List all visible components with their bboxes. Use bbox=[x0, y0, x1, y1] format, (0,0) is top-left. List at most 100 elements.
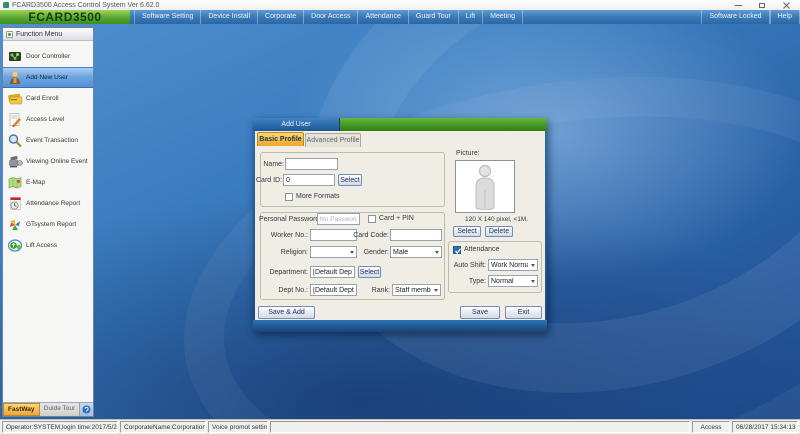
sidebar-item-label: Access Level bbox=[26, 116, 65, 123]
menu-device-install[interactable]: Device Install bbox=[201, 10, 259, 24]
sidebar-item-label: Add New User bbox=[26, 74, 68, 81]
sidebar-help-button[interactable] bbox=[80, 403, 93, 416]
sidebar-item-label: E-Map bbox=[26, 179, 46, 186]
personal-password-label: Personal Password: bbox=[259, 216, 322, 223]
function-menu-header[interactable]: Function Menu bbox=[3, 28, 93, 41]
app-icon bbox=[3, 2, 9, 8]
rank-dropdown[interactable]: Staff member bbox=[392, 284, 441, 296]
rank-value: Staff member bbox=[395, 286, 431, 294]
religion-dropdown[interactable] bbox=[310, 246, 357, 258]
tab-basic-profile[interactable]: Basic Profile bbox=[257, 132, 304, 146]
menu-corporate[interactable]: Corporate bbox=[258, 10, 305, 24]
more-formats-label: More Formats bbox=[296, 193, 340, 200]
card-code-label: Card Code: bbox=[353, 232, 389, 239]
picture-box bbox=[455, 160, 515, 213]
save-add-button[interactable]: Save & Add bbox=[258, 306, 315, 319]
window-title: FCARD3500 Access Control System Ver 6.62… bbox=[12, 1, 160, 9]
menu-door-access[interactable]: Door Access bbox=[304, 10, 359, 24]
sidebar-item-lift-access[interactable]: Lift Access bbox=[3, 235, 93, 256]
menu-help[interactable]: Help bbox=[769, 10, 800, 24]
chevron-down-icon bbox=[432, 247, 441, 257]
card-id-select-button[interactable]: Select bbox=[338, 174, 362, 186]
picture-label: Picture: bbox=[456, 150, 480, 157]
type-label: Type: bbox=[468, 278, 486, 285]
card-code-input[interactable] bbox=[390, 229, 442, 241]
sidebar-item-add-new-user[interactable]: Add New User bbox=[3, 67, 93, 88]
type-value: Normal bbox=[491, 277, 514, 285]
menu-software-setting[interactable]: Software Setting bbox=[134, 10, 202, 24]
name-label: Name: bbox=[263, 161, 284, 168]
sidebar-item-label: Lift Access bbox=[26, 242, 58, 249]
religion-label: Religion: bbox=[280, 249, 308, 256]
worker-no-input[interactable] bbox=[310, 229, 357, 241]
status-operator: Operator:SYSTEM,login time:2017/5/28 15:… bbox=[2, 421, 118, 433]
attendance-checkbox[interactable] bbox=[453, 246, 461, 254]
sidebar-item-viewing-online-event[interactable]: Viewing Online Event bbox=[3, 151, 93, 172]
app-header: FCARD3500 Software Setting Device Instal… bbox=[0, 10, 800, 24]
name-input[interactable] bbox=[285, 158, 338, 170]
sidebar-item-label: Event Transaction bbox=[26, 137, 79, 144]
gender-dropdown[interactable]: Male bbox=[390, 246, 442, 258]
camera-icon bbox=[7, 154, 23, 169]
auto-shift-dropdown[interactable]: Work Normal bbox=[488, 259, 538, 271]
chevron-down-icon bbox=[528, 260, 537, 270]
exit-button[interactable]: Exit bbox=[505, 306, 542, 319]
sidebar-bottom-tabs: FastWay Guide Tour bbox=[3, 402, 93, 416]
status-voice-prompt[interactable]: Voice promot setting bbox=[208, 421, 268, 433]
gtsystem-icon bbox=[7, 217, 23, 232]
dialog-bottom-strip bbox=[253, 320, 547, 332]
tab-advanced-profile[interactable]: Advanced Profile bbox=[305, 133, 361, 147]
app-logo: FCARD3500 bbox=[0, 10, 130, 24]
function-menu-title: Function Menu bbox=[16, 30, 63, 38]
tab-fastway[interactable]: FastWay bbox=[3, 403, 40, 416]
window-controls bbox=[733, 1, 797, 9]
card-pin-checkbox[interactable] bbox=[368, 215, 376, 223]
type-dropdown[interactable]: Normal bbox=[488, 275, 538, 287]
access-level-icon bbox=[7, 112, 23, 127]
sidebar-item-access-level[interactable]: Access Level bbox=[3, 109, 93, 130]
maximize-icon[interactable] bbox=[757, 1, 767, 9]
sidebar-item-event-transaction[interactable]: Event Transaction bbox=[3, 130, 93, 151]
personal-password-input[interactable] bbox=[317, 213, 360, 225]
menu-guard-tour[interactable]: Guard Tour bbox=[409, 10, 459, 24]
menu-meeting[interactable]: Meeting bbox=[483, 10, 524, 24]
add-user-icon bbox=[7, 70, 23, 85]
status-bar: Operator:SYSTEM,login time:2017/5/28 15:… bbox=[0, 419, 800, 434]
sidebar-item-door-controller[interactable]: Door Controller bbox=[3, 46, 93, 67]
dialog-title-strip bbox=[340, 118, 547, 131]
menu-software-locked[interactable]: Software Locked bbox=[701, 10, 770, 24]
sidebar-item-e-map[interactable]: E-Map bbox=[3, 172, 93, 193]
card-icon bbox=[7, 91, 23, 106]
status-mode: Access bbox=[692, 421, 730, 433]
tab-guide-tour[interactable]: Guide Tour bbox=[39, 403, 81, 416]
card-pin-label: Card + PIN bbox=[379, 215, 414, 222]
chevron-down-icon bbox=[431, 285, 440, 295]
status-spacer bbox=[270, 421, 690, 433]
picture-select-button[interactable]: Select bbox=[453, 226, 481, 237]
auto-shift-label: Auto Shift: bbox=[453, 262, 486, 269]
department-input[interactable] bbox=[310, 266, 355, 278]
lift-icon bbox=[7, 238, 23, 253]
menu-attendance[interactable]: Attendance bbox=[358, 10, 409, 24]
person-silhouette-icon bbox=[475, 164, 495, 210]
sidebar-item-card-enroll[interactable]: Card Enroll bbox=[3, 88, 93, 109]
main-menubar: Software Setting Device Install Corporat… bbox=[130, 10, 800, 24]
sidebar-item-gtsystem-report[interactable]: GTsystem Report bbox=[3, 214, 93, 235]
dept-no-input[interactable] bbox=[310, 284, 357, 296]
minimize-icon[interactable] bbox=[733, 1, 743, 9]
department-select-button[interactable]: Select bbox=[358, 266, 381, 278]
menu-lift[interactable]: Lift bbox=[459, 10, 484, 24]
card-id-input[interactable] bbox=[283, 174, 335, 186]
sidebar-item-label: Attendance Report bbox=[26, 200, 81, 207]
sidebar-item-attendance-report[interactable]: Attendance Report bbox=[3, 193, 93, 214]
close-icon[interactable] bbox=[781, 1, 791, 9]
dialog-titlebar[interactable]: Add User bbox=[253, 118, 547, 131]
dialog-title: Add User bbox=[253, 118, 340, 131]
picture-delete-button[interactable]: Delete bbox=[485, 226, 513, 237]
more-formats-checkbox[interactable] bbox=[285, 193, 293, 201]
save-button[interactable]: Save bbox=[460, 306, 500, 319]
map-icon bbox=[7, 175, 23, 190]
event-search-icon bbox=[7, 133, 23, 148]
card-id-label: Card ID: bbox=[256, 177, 283, 184]
picture-hint: 120 X 140 pixel, <1M. bbox=[464, 216, 529, 223]
